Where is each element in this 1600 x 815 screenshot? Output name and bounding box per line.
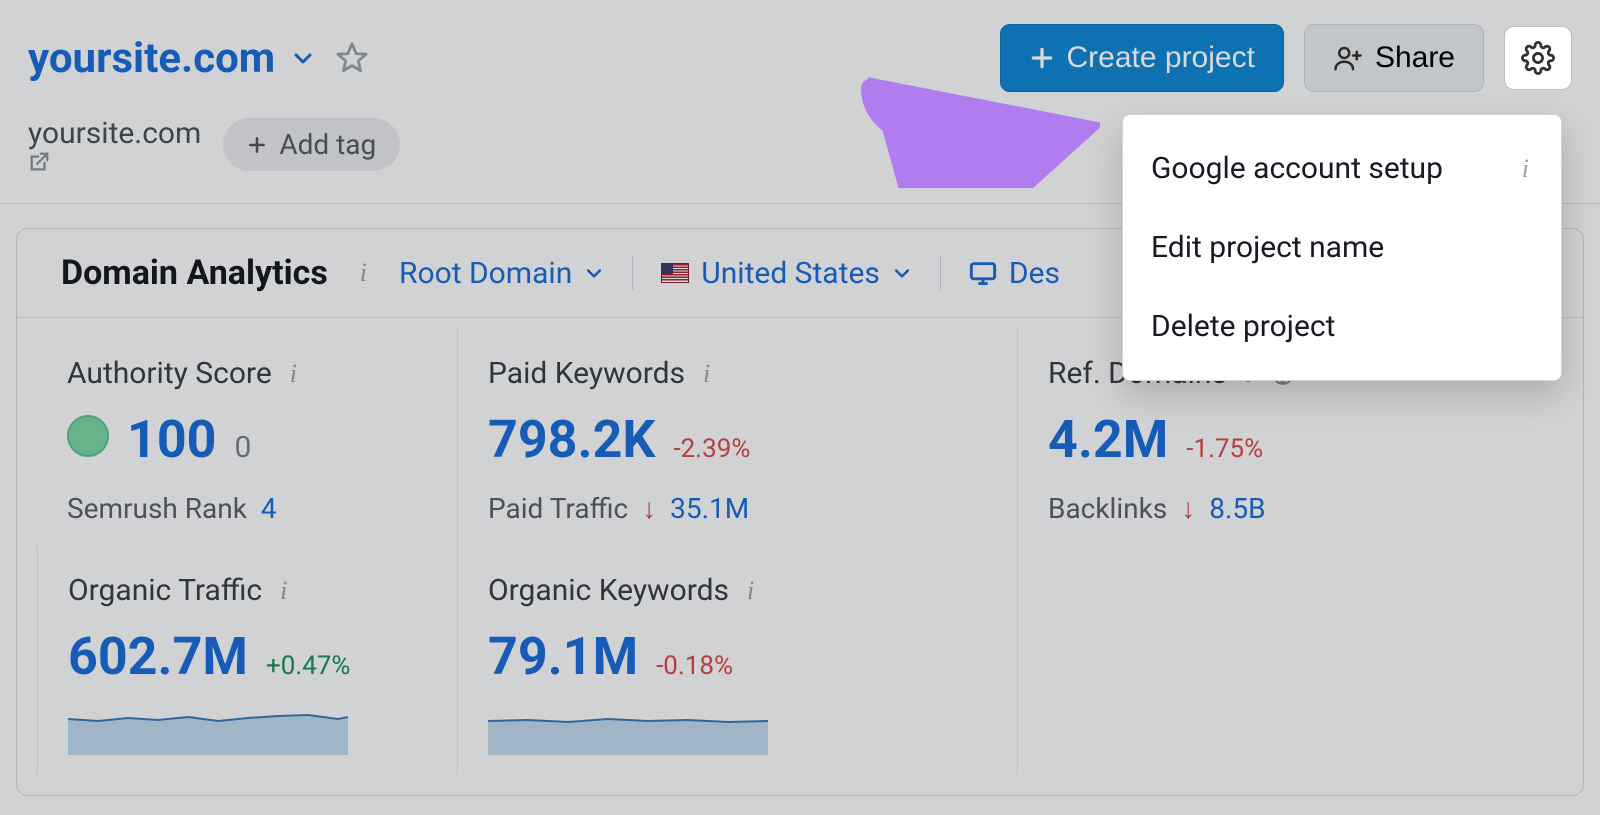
metric-delta: -0.18% — [656, 651, 733, 681]
subline-value[interactable]: 4 — [261, 492, 277, 525]
subline-label: Backlinks — [1048, 492, 1167, 525]
menu-google-account-setup[interactable]: Google account setup i — [1123, 129, 1561, 208]
site-name-text: yoursite.com — [28, 34, 275, 83]
info-icon[interactable]: i — [286, 359, 301, 389]
sparkline — [488, 701, 768, 755]
subline-value[interactable]: 35.1M — [670, 492, 749, 525]
desktop-icon — [969, 259, 997, 287]
settings-gear-button[interactable] — [1504, 26, 1572, 90]
score-dot-icon — [67, 415, 109, 457]
metric-value: 798.2K — [488, 409, 655, 470]
info-icon[interactable]: i — [276, 576, 291, 606]
arrow-down-icon: ↓ — [642, 492, 656, 525]
us-flag-icon — [661, 263, 689, 283]
plus-icon — [1029, 45, 1055, 71]
device-filter[interactable]: Des — [969, 256, 1060, 291]
info-icon: i — [1518, 154, 1533, 184]
menu-edit-project-name[interactable]: Edit project name — [1123, 208, 1561, 287]
settings-menu: Google account setup i Edit project name… — [1122, 114, 1562, 381]
metric-paid-keywords: Paid Keywords i 798.2K -2.39% Paid Traff… — [457, 328, 1017, 545]
metric-organic-traffic: Organic Traffic i 602.7M +0.47% — [37, 545, 457, 775]
external-link-icon — [28, 151, 201, 173]
metric-organic-keywords: Organic Keywords i 79.1M -0.18% — [457, 545, 1017, 775]
device-filter-label: Des — [1009, 256, 1060, 291]
metric-value: 602.7M — [68, 626, 248, 687]
info-icon[interactable]: i — [699, 359, 714, 389]
share-label: Share — [1375, 41, 1455, 75]
metric-label-text: Authority Score — [67, 356, 272, 391]
sparkline — [68, 701, 348, 755]
gear-icon — [1521, 41, 1555, 75]
menu-item-label: Google account setup — [1151, 151, 1443, 186]
metric-label-text: Organic Keywords — [488, 573, 729, 608]
metric-label-text: Paid Keywords — [488, 356, 685, 391]
star-icon[interactable] — [335, 41, 369, 75]
chevron-down-icon — [892, 263, 912, 283]
scope-filter-label: Root Domain — [399, 256, 572, 291]
project-site-name[interactable]: yoursite.com — [28, 34, 315, 83]
chevron-down-icon — [291, 46, 315, 70]
metric-delta: +0.47% — [266, 651, 351, 681]
info-icon[interactable]: i — [356, 258, 371, 288]
metric-label-text: Organic Traffic — [68, 573, 262, 608]
share-button[interactable]: Share — [1304, 24, 1484, 92]
subline-label: Semrush Rank — [67, 492, 247, 525]
create-project-label: Create project — [1067, 41, 1255, 75]
metric-delta: -2.39% — [673, 434, 750, 464]
add-tag-label: Add tag — [279, 128, 376, 161]
country-filter[interactable]: United States — [661, 256, 912, 291]
chevron-down-icon — [584, 263, 604, 283]
create-project-button[interactable]: Create project — [1000, 24, 1284, 92]
divider — [632, 256, 633, 290]
country-filter-label: United States — [701, 256, 880, 291]
menu-item-label: Delete project — [1151, 309, 1335, 344]
add-tag-button[interactable]: Add tag — [223, 118, 400, 171]
domain-text: yoursite.com — [28, 116, 201, 151]
menu-item-label: Edit project name — [1151, 230, 1384, 265]
metric-value: 100 — [127, 409, 217, 470]
metric-empty — [1017, 545, 1563, 775]
arrow-down-icon: ↓ — [1181, 492, 1195, 525]
metric-delta: -1.75% — [1186, 434, 1263, 464]
subline-value[interactable]: 8.5B — [1209, 492, 1265, 525]
domain-link[interactable]: yoursite.com — [28, 116, 201, 173]
menu-delete-project[interactable]: Delete project — [1123, 287, 1561, 366]
metric-value: 79.1M — [488, 626, 638, 687]
divider — [940, 256, 941, 290]
scope-filter[interactable]: Root Domain — [399, 256, 604, 291]
metric-value: 4.2M — [1048, 409, 1168, 470]
metric-aux: 0 — [235, 430, 252, 465]
plus-icon — [247, 135, 267, 155]
info-icon[interactable]: i — [743, 576, 758, 606]
subline-label: Paid Traffic — [488, 492, 628, 525]
panel-title: Domain Analytics — [61, 253, 328, 293]
metric-authority-score: Authority Score i 100 0 Semrush Rank 4 — [37, 328, 457, 545]
person-add-icon — [1333, 43, 1363, 73]
